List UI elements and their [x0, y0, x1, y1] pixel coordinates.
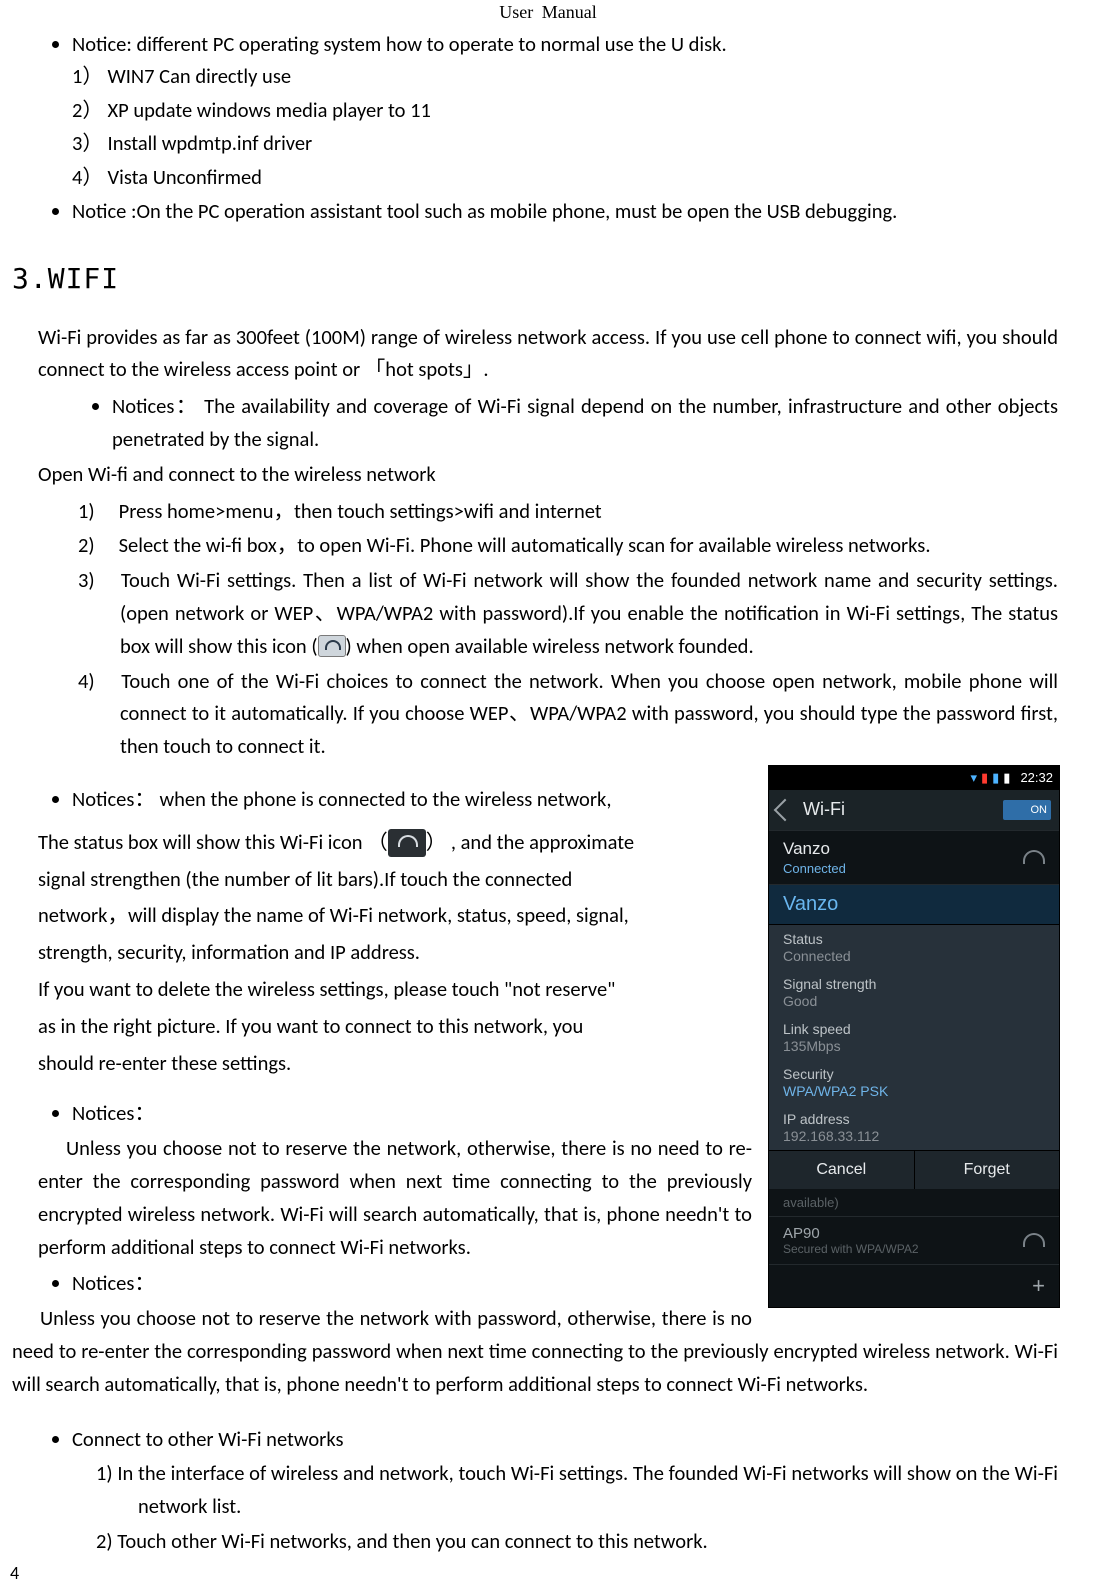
status-time: 22:32 — [1020, 770, 1053, 785]
wifi-notice-1: Notices： The availability and coverage o… — [72, 390, 1058, 456]
open-wifi-steps: 1) Press home>menu，then touch settings>w… — [78, 495, 1058, 763]
step-3: 3) Touch Wi-Fi settings. Then a list of … — [78, 564, 1058, 662]
top-notice-list: Notice: different PC operating system ho… — [72, 29, 1058, 228]
step-2-text: Select the wi-fi box，to open Wi-Fi. Phon… — [119, 532, 931, 558]
wifi-connected-icon — [388, 829, 426, 857]
status-icon-line-b: ） , and the approximate — [426, 829, 634, 855]
notice-udisk: Notice: different PC operating system ho… — [72, 29, 1058, 194]
step-4-text: Touch one of the Wi-Fi choices to connec… — [120, 668, 1058, 760]
status-bar: ▾ ▮ ▮ ▮ 22:32 — [769, 766, 1059, 790]
os-sublist: 1） WIN7 Can directly use 2） XP update wi… — [72, 61, 1058, 194]
network-state: Connected — [783, 861, 846, 876]
notice-udisk-text: Notice: different PC operating system ho… — [72, 31, 727, 57]
detail-sec-v: WPA/WPA2 PSK — [783, 1083, 1045, 1099]
section-3-wifi-heading: 3.WIFI — [12, 262, 1058, 295]
network-selected-header: Vanzo — [769, 884, 1059, 924]
os-win7: 1） WIN7 Can directly use — [72, 61, 1058, 93]
detail-spd-k: Link speed — [783, 1021, 1045, 1037]
ap-name: AP90 — [783, 1225, 919, 1242]
other-step-2: 2) Touch other Wi-Fi networks, and then … — [96, 1525, 1058, 1558]
detail-sec-k: Security — [783, 1066, 1045, 1082]
connect-other-steps: 1) In the interface of wireless and netw… — [96, 1457, 1058, 1557]
step-3b-text: ) when open available wireless network f… — [346, 633, 754, 659]
detail-spd-v: 135Mbps — [783, 1038, 1045, 1054]
wifi-notice-1-item: Notices： The availability and coverage o… — [112, 390, 1058, 456]
page: User Manual Notice: different PC operati… — [0, 0, 1096, 1590]
page-number: 4 — [10, 1562, 19, 1584]
wifi-intro: Wi-Fi provides as far as 300feet (100M) … — [38, 321, 1058, 387]
connect-other-label: Connect to other Wi-Fi networks — [72, 1423, 1058, 1456]
signal-icon-2: ▮ — [992, 770, 999, 786]
other-step-1: 1) In the interface of wireless and netw… — [96, 1457, 1058, 1523]
signal-icon: ▮ — [981, 770, 988, 786]
wifi-on-switch[interactable]: ON — [1003, 800, 1051, 820]
step-2: 2) Select the wi-fi box，to open Wi-Fi. P… — [78, 529, 1058, 562]
network-detail-panel: StatusConnected Signal strengthGood Link… — [769, 924, 1059, 1189]
cancel-button[interactable]: Cancel — [769, 1151, 915, 1189]
step-1-text: Press home>menu，then touch settings>wifi… — [119, 498, 602, 524]
header-right: Manual — [542, 2, 597, 22]
os-xp: 2） XP update windows media player to 11 — [72, 95, 1058, 127]
add-network-row[interactable]: + — [769, 1264, 1059, 1307]
step-4: 4) Touch one of the Wi-Fi choices to con… — [78, 665, 1058, 763]
wifi-signal-icon — [1023, 850, 1045, 864]
ap-wifi-icon — [1023, 1233, 1045, 1247]
forget-button[interactable]: Forget — [915, 1151, 1060, 1189]
os-vista: 4） Vista Unconfirmed — [72, 162, 1058, 194]
step-1: 1) Press home>menu，then touch settings>w… — [78, 495, 1058, 528]
other-step-2-text: Touch other Wi-Fi networks, and then you… — [117, 1528, 707, 1554]
page-header: User Manual — [38, 0, 1058, 29]
wifi-available-icon — [318, 635, 346, 657]
wifi-on-label: ON — [1031, 804, 1048, 816]
back-icon[interactable] — [774, 799, 797, 822]
detail-sig-k: Signal strength — [783, 976, 1045, 992]
wifi-titlebar[interactable]: Wi-Fi ON — [769, 790, 1059, 830]
header-left: User — [499, 2, 533, 22]
status-icon-line-a: The status box will show this Wi-Fi icon… — [38, 829, 388, 855]
os-install: 3） Install wpdmtp.inf driver — [72, 128, 1058, 160]
other-step-1-text: In the interface of wireless and network… — [117, 1460, 1058, 1519]
detail-ip-v: 192.168.33.112 — [783, 1128, 1045, 1144]
available-label: available) — [769, 1189, 1059, 1216]
phone-screenshot: ▾ ▮ ▮ ▮ 22:32 Wi-Fi ON Vanzo Connected V… — [768, 765, 1058, 1308]
detail-sig-v: Good — [783, 993, 1045, 1009]
notice-4-text: Unless you choose not to reserve the net… — [12, 1302, 1058, 1400]
notice-usb-debug: Notice :On the PC operation assistant to… — [72, 196, 1058, 228]
detail-status-v: Connected — [783, 948, 1045, 964]
connect-other: Connect to other Wi-Fi networks — [72, 1423, 1058, 1456]
battery-icon: ▮ — [1003, 770, 1010, 786]
wifi-status-icon: ▾ — [970, 770, 977, 786]
open-wifi-line: Open Wi-fi and connect to the wireless n… — [38, 458, 1058, 491]
plus-icon: + — [1032, 1273, 1045, 1299]
ap-row[interactable]: AP90 Secured with WPA/WPA2 — [769, 1216, 1059, 1264]
ap-sub: Secured with WPA/WPA2 — [783, 1242, 919, 1256]
network-selected-name: Vanzo — [783, 893, 1045, 916]
network-name: Vanzo — [783, 839, 846, 859]
network-connected-row[interactable]: Vanzo Connected — [769, 830, 1059, 884]
detail-status-k: Status — [783, 931, 1045, 947]
wifi-title: Wi-Fi — [803, 799, 845, 820]
detail-ip-k: IP address — [783, 1111, 1045, 1127]
